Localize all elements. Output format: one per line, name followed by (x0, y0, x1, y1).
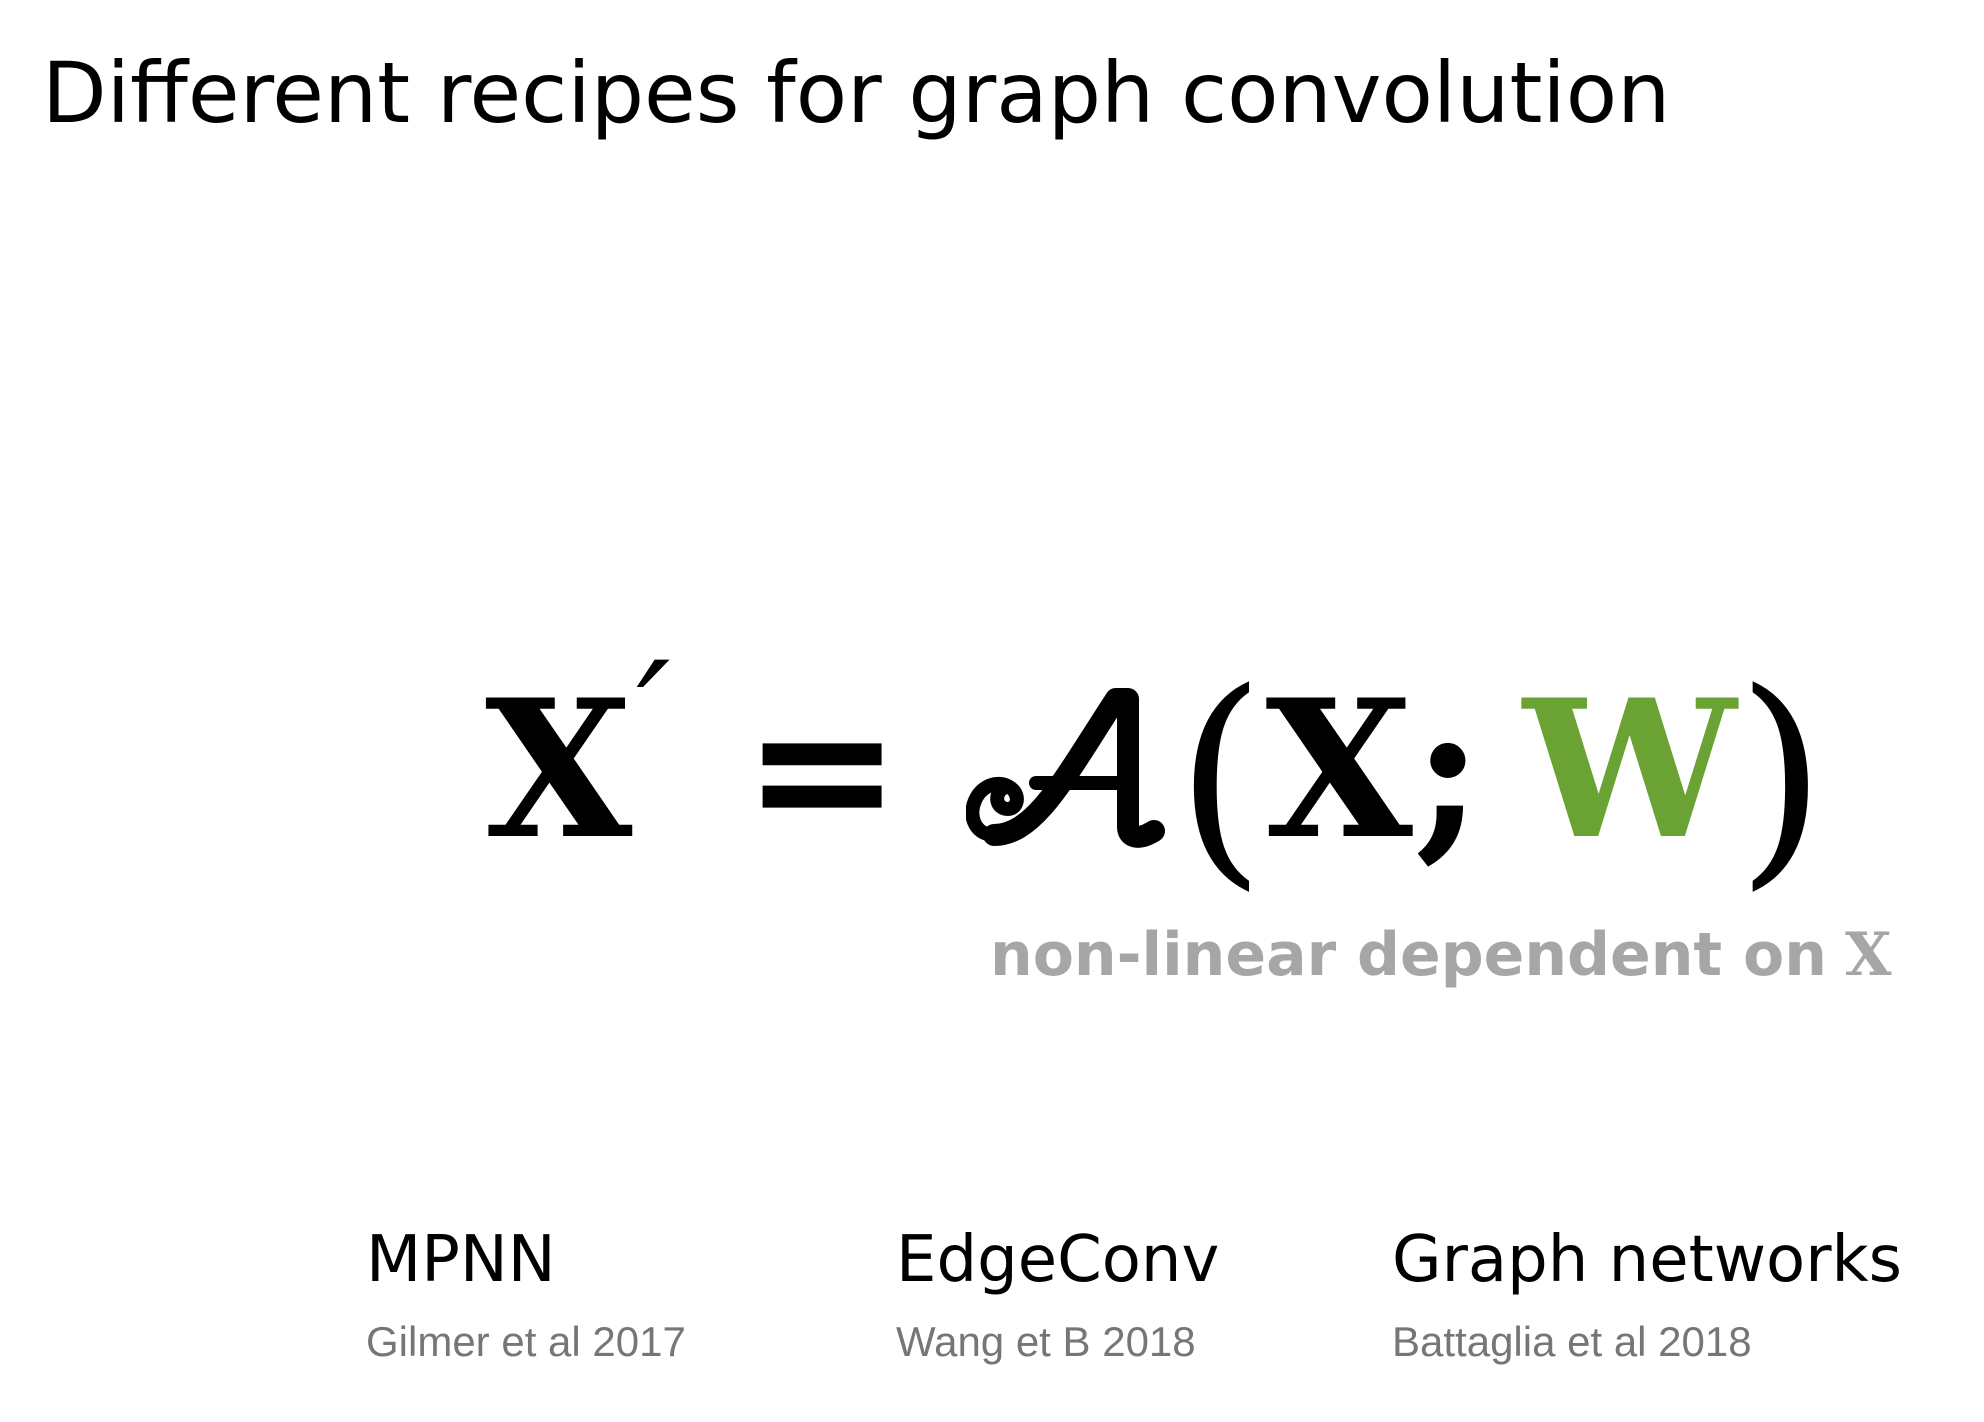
equation-weight-symbol: W (1522, 658, 1737, 881)
equation-equals-sign: = (742, 659, 902, 880)
equation-input-symbol: X (1265, 658, 1413, 881)
recipe-edgeconv: EdgeConv Wang et B 2018 (896, 1220, 1219, 1372)
equation-annotation: non-linear dependent on X (990, 915, 1892, 995)
recipe-graph-networks: Graph networks Battaglia et al 2018 (1392, 1220, 1902, 1372)
equation-separator: ; (1412, 658, 1483, 881)
equation-open-paren: ( (1175, 644, 1266, 911)
recipe-name: MPNN (366, 1223, 556, 1297)
script-a-icon (965, 688, 1165, 848)
recipe-citation: Battaglia et al 2018 (1392, 1318, 1752, 1365)
equation: X ′ = ( X ; W ) (485, 640, 1826, 900)
annotation-text: non-linear dependent on (990, 920, 1827, 990)
equation-close-paren: ) (1736, 644, 1827, 911)
annotation-symbol: X (1844, 920, 1892, 990)
recipe-name: EdgeConv (896, 1223, 1220, 1297)
recipe-mpnn: MPNN Gilmer et al 2017 (366, 1220, 686, 1372)
slide-title: Different recipes for graph convolution (42, 44, 1671, 142)
equation-prime: ′ (636, 631, 671, 805)
equation-output-symbol: X (485, 658, 633, 881)
recipe-citation: Gilmer et al 2017 (366, 1318, 686, 1365)
recipe-citation: Wang et B 2018 (896, 1318, 1196, 1365)
recipe-name: Graph networks (1392, 1223, 1902, 1297)
